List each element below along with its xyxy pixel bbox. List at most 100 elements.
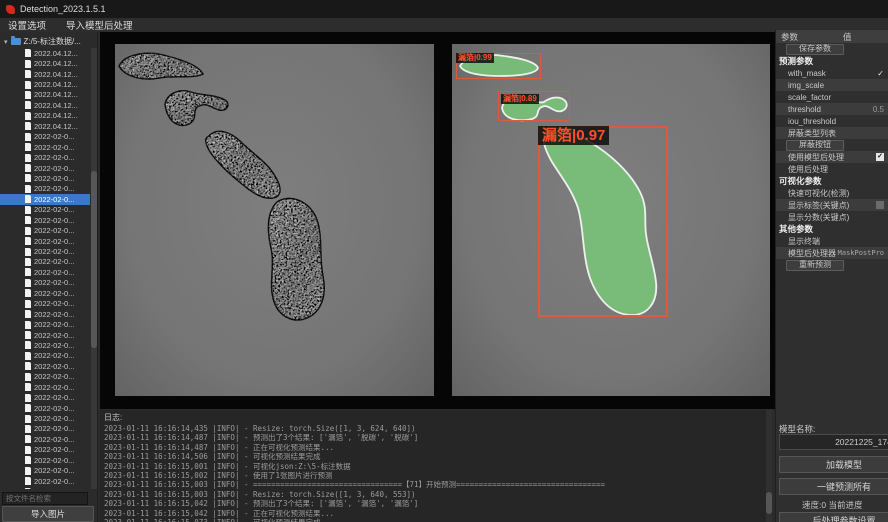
file-item[interactable]: 2022.04.12... (0, 58, 90, 68)
file-item[interactable]: 2022-02-0... (0, 246, 90, 256)
checkbox-empty[interactable] (876, 201, 884, 209)
file-item[interactable]: 2022-02-0... (0, 299, 90, 309)
log-lines: 2023-01-11 16:16:14,435 |INFO| - Resize:… (104, 424, 766, 522)
scrollbar-thumb[interactable] (766, 492, 772, 514)
file-item[interactable]: 2022-02-0... (0, 382, 90, 392)
file-item[interactable]: 2022-02-0... (0, 173, 90, 183)
file-item[interactable]: 2022.04.12... (0, 121, 90, 131)
search-input[interactable] (2, 492, 88, 505)
file-item[interactable]: 2022.04.12... (0, 79, 90, 89)
postprocess-params-button[interactable]: 后处理参数设置 (779, 512, 888, 522)
param-row[interactable]: 屏蔽类型列表 (776, 127, 888, 139)
file-item[interactable]: 2022.04.12... (0, 111, 90, 121)
file-item[interactable]: 2022.04.12... (0, 48, 90, 58)
params-button-row: 重新预测 (776, 259, 888, 271)
file-list: 2022.04.12...2022.04.12...2022.04.12...2… (0, 48, 90, 489)
document-icon (25, 467, 31, 475)
file-item[interactable]: 2022-02-0... (0, 215, 90, 225)
file-item[interactable]: 2022-02-0... (0, 132, 90, 142)
file-item[interactable]: 2022-02-0... (0, 351, 90, 361)
file-item[interactable]: 2022-02-0... (0, 403, 90, 413)
file-item[interactable]: 2022-02-0... (0, 257, 90, 267)
document-icon (25, 216, 31, 224)
source-image-pane[interactable] (115, 44, 434, 396)
param-row[interactable]: 快速可视化(检测) (776, 187, 888, 199)
param-row[interactable]: scale_factor (776, 91, 888, 103)
param-row[interactable]: with_mask✓ (776, 67, 888, 79)
file-item[interactable]: 2022-02-0... (0, 413, 90, 423)
detection-box[interactable] (538, 126, 668, 317)
title-bar: Detection_2023.1.5.1 (0, 0, 888, 18)
file-item[interactable]: 2022-02-0... (0, 476, 90, 486)
file-item[interactable]: 2022-02-0... (0, 152, 90, 162)
file-item[interactable]: 2022-02-0... (0, 309, 90, 319)
menu-settings[interactable]: 设置选项 (8, 18, 46, 32)
document-icon (25, 206, 31, 214)
param-row[interactable]: img_scale (776, 79, 888, 91)
file-item[interactable]: 2022-02-0... (0, 392, 90, 402)
param-row[interactable]: iou_threshold (776, 115, 888, 127)
log-line: 2023-01-11 16:16:15,073 |INFO| - 可视化预测结果… (104, 518, 766, 522)
param-button[interactable]: 屏蔽按钮 (786, 140, 844, 151)
document-icon (25, 143, 31, 151)
log-console[interactable]: 日志: 2023-01-11 16:16:14,435 |INFO| - Res… (100, 410, 766, 522)
file-item[interactable]: 2022-02-0... (0, 205, 90, 215)
file-item[interactable]: 2022-02-0... (0, 361, 90, 371)
file-item[interactable]: 2022-02-0... (0, 340, 90, 350)
params-header-name: 参数 (776, 31, 843, 43)
checkbox-checked[interactable]: ✓ (876, 153, 884, 161)
document-icon (25, 289, 31, 297)
param-row[interactable]: 模型后处理器MaskPostPro (776, 247, 888, 259)
file-item[interactable]: 2022-02-0... (0, 288, 90, 298)
import-images-button[interactable]: 导入图片 (2, 506, 94, 522)
params-header: 参数 值 (776, 30, 888, 43)
file-item[interactable]: 2022-02-0... (0, 278, 90, 288)
file-item[interactable]: 2022.04.12... (0, 100, 90, 110)
file-item[interactable]: 2022-02-0... (0, 466, 90, 476)
document-icon (25, 415, 31, 423)
param-row[interactable]: 使用模型后处理✓ (776, 151, 888, 163)
file-item[interactable]: 2022-02-0... (0, 434, 90, 444)
file-item[interactable]: 2022-02-0 (0, 486, 90, 489)
params-section-title: 可视化参数 (776, 175, 888, 187)
file-item[interactable]: 2022-02-0... (0, 184, 90, 194)
log-scrollbar[interactable] (766, 410, 772, 522)
file-item[interactable]: 2022-02-0... (0, 424, 90, 434)
param-row[interactable]: threshold0.5 (776, 103, 888, 115)
file-item[interactable]: 2022-02-0... (0, 330, 90, 340)
file-item[interactable]: 2022-02-0... (0, 236, 90, 246)
file-item[interactable]: 2022.04.12... (0, 90, 90, 100)
file-item[interactable]: 2022-02-0... (0, 142, 90, 152)
chevron-down-icon[interactable]: ▾ (4, 38, 8, 46)
param-button[interactable]: 保存参数 (786, 44, 844, 55)
document-icon (25, 91, 31, 99)
document-icon (25, 362, 31, 370)
param-row[interactable]: 使用后处理 (776, 163, 888, 175)
file-item[interactable]: 2022-02-0... (0, 163, 90, 173)
image-viewer: 漏箔|0.99 漏箔|0.89 漏箔|0.97 (100, 32, 775, 409)
file-panel: ▾ Z:/5-标注数据/... 2022.04.12...2022.04.12.… (0, 32, 98, 522)
menu-bar: 设置选项 导入模型后处理 (0, 18, 888, 32)
model-name-field[interactable]: 20221225_174813 (779, 434, 888, 450)
prediction-image-pane[interactable]: 漏箔|0.99 漏箔|0.89 漏箔|0.97 (452, 44, 770, 396)
file-item[interactable]: 2022-02-0... (0, 372, 90, 382)
detection-label: 漏箔|0.89 (501, 94, 539, 104)
file-item[interactable]: 2022-02-0... (0, 267, 90, 277)
menu-import-postprocess[interactable]: 导入模型后处理 (66, 18, 133, 32)
file-item[interactable]: 2022-02-0... (0, 455, 90, 465)
file-item[interactable]: 2022-02-0... (0, 194, 90, 204)
file-list-scrollbar[interactable] (91, 48, 97, 489)
params-section-title: 预测参数 (776, 55, 888, 67)
tree-root[interactable]: ▾ Z:/5-标注数据/... (0, 35, 97, 48)
param-button[interactable]: 重新预测 (786, 260, 844, 271)
scrollbar-thumb[interactable] (91, 171, 97, 347)
file-item[interactable]: 2022-02-0... (0, 319, 90, 329)
param-row[interactable]: 显示终端 (776, 235, 888, 247)
file-item[interactable]: 2022-02-0... (0, 445, 90, 455)
file-item[interactable]: 2022.04.12... (0, 69, 90, 79)
param-row[interactable]: 显示分数(关键点) (776, 211, 888, 223)
predict-all-button[interactable]: 一键预测所有 (779, 478, 888, 495)
file-item[interactable]: 2022-02-0... (0, 225, 90, 235)
load-model-button[interactable]: 加载模型 (779, 456, 888, 473)
param-row[interactable]: 显示标签(关键点) (776, 199, 888, 211)
